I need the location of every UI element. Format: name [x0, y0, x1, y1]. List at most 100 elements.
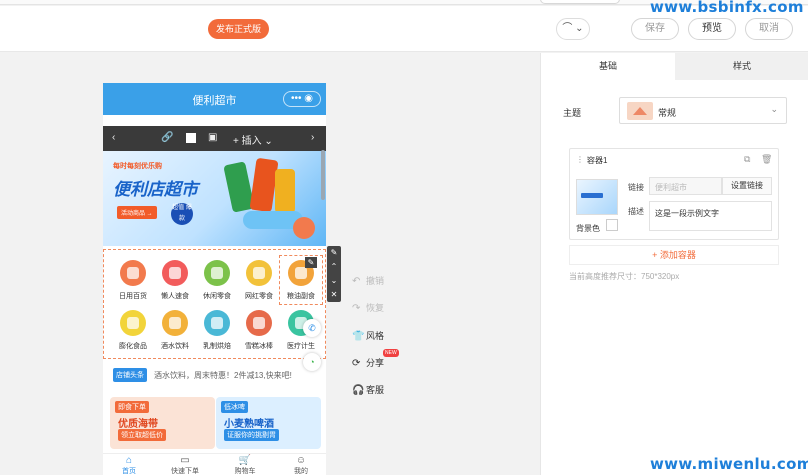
link-icon[interactable]: 🔗: [161, 132, 173, 143]
share-button[interactable]: ⟳ 分享: [352, 356, 384, 369]
drink-can-image: [275, 169, 295, 213]
phone-call-icon[interactable]: ✆: [303, 319, 321, 337]
category-item[interactable]: 雪糕冰棒: [239, 310, 279, 351]
category-label: 日用百货: [119, 293, 147, 300]
wechat-icon[interactable]: ◔: [303, 353, 321, 371]
category-label: 懒人速食: [161, 293, 189, 300]
delete-icon[interactable]: ✕: [327, 288, 341, 302]
phone-tabbar: ⌂ 首页 ▭ 快速下单 🛒 购物车 ☺ 我的: [103, 453, 326, 475]
edit-pen-icon[interactable]: ✎: [305, 257, 317, 268]
category-icon: [246, 260, 272, 286]
description-label: 描述: [628, 207, 644, 216]
color-swatch-button[interactable]: [186, 133, 196, 143]
theme-image-icon: [627, 102, 653, 120]
banner-image[interactable]: 每时每刻优乐购 便利店超市 活动商品 → 超值 爆款: [103, 151, 326, 246]
category-label: 乳制烘焙: [203, 343, 231, 350]
category-label: 医疗计生: [287, 343, 315, 350]
browser-address-pill[interactable]: [540, 0, 620, 4]
set-link-button[interactable]: 设置链接: [722, 177, 772, 195]
add-container-button[interactable]: + 添加容器: [569, 245, 779, 265]
category-grid[interactable]: 日用百货 懒人速食 休闲零食 网红零食 粮油副食 膨化食品 酒水饮料 乳制烘焙 …: [103, 249, 326, 359]
promo-title: 优质海带: [118, 419, 158, 430]
category-item[interactable]: 网红零食: [239, 260, 279, 301]
category-item[interactable]: 膨化食品: [113, 310, 153, 351]
category-item[interactable]: 酒水饮料: [155, 310, 195, 351]
share-label: 分享: [366, 358, 385, 368]
save-button[interactable]: 保存: [631, 18, 679, 40]
image-icon[interactable]: ▣: [208, 132, 217, 143]
edit-icon[interactable]: ✎: [327, 246, 341, 260]
trash-icon[interactable]: 🗑: [761, 154, 772, 165]
category-label: 网红零食: [245, 293, 273, 300]
style-button[interactable]: 👕 风格: [352, 329, 384, 342]
redo-label: 恢复: [366, 303, 385, 313]
category-icon: [120, 310, 146, 336]
cancel-button[interactable]: 取消: [745, 18, 793, 40]
undo-button[interactable]: ↶ 撤销: [352, 274, 384, 287]
phone-scrollbar[interactable]: [321, 150, 325, 200]
category-item[interactable]: 乳制烘焙: [197, 310, 237, 351]
move-down-icon[interactable]: ⌄: [327, 274, 341, 288]
banner-badge: 超值 爆款: [171, 203, 193, 225]
style-label: 风格: [366, 331, 385, 341]
promo-card[interactable]: 低冰啤 小麦熟啤酒 证服你的挑剔胃: [216, 397, 321, 449]
category-item[interactable]: 日用百货: [113, 260, 153, 301]
rich-text-toolbar: ‹ 🔗 ▣ + 插入 ⌄ ›: [103, 126, 326, 151]
category-icon: [204, 260, 230, 286]
category-item[interactable]: 懒人速食: [155, 260, 195, 301]
background-color-picker[interactable]: [606, 219, 618, 231]
theme-value: 常规: [658, 108, 677, 118]
tab-home[interactable]: ⌂ 首页: [109, 456, 149, 475]
chevron-down-icon: ⌄: [770, 104, 778, 114]
category-icon: [162, 310, 188, 336]
category-icon: [120, 260, 146, 286]
cart-icon: 🛒: [238, 455, 252, 466]
preview-button[interactable]: 预览: [688, 18, 736, 40]
container-card: ⋮⋮ 容器1 ⧉ 🗑 背景色 链接 便利超市 设置链接 描述 这是一段示例文字: [569, 148, 779, 240]
tab-style[interactable]: 样式: [675, 53, 808, 80]
promo-card[interactable]: 即食下单 优质海带 领立取超低价: [110, 397, 215, 449]
category-item[interactable]: 休闲零食: [197, 260, 237, 301]
link-label: 链接: [628, 183, 644, 192]
theme-label: 主题: [563, 108, 582, 118]
insert-menu-button[interactable]: + 插入 ⌄: [233, 132, 273, 147]
background-color-label: 背景色: [576, 224, 600, 233]
customer-service-button[interactable]: 🎧 客服: [352, 383, 384, 396]
component-tools: ✎ ⌃ ⌄ ✕: [327, 246, 341, 302]
tab-mine[interactable]: ☺ 我的: [281, 456, 321, 475]
tab-label: 快速下单: [171, 468, 199, 475]
category-label: 膨化食品: [119, 343, 147, 350]
toolbar-next-button[interactable]: ›: [311, 132, 314, 143]
tab-cart[interactable]: 🛒 购物车: [225, 456, 265, 475]
category-icon: [162, 260, 188, 286]
publish-button[interactable]: 发布正式版: [208, 19, 269, 39]
promo-subtitle: 证服你的挑剔胃: [224, 429, 279, 441]
link-input[interactable]: 便利超市: [649, 177, 722, 195]
container-thumbnail[interactable]: [576, 179, 618, 215]
settings-panel: 基础 样式 主题 常规 ⌄ ⋮⋮ 容器1 ⧉ 🗑 背景色 链接 便利超市 设置链…: [540, 53, 808, 475]
category-icon: [204, 310, 230, 336]
phone-header: 便利超市 ••• ◉: [103, 83, 326, 115]
notice-bar[interactable]: 店铺头条 酒水饮料，周末特惠！2件减13,快来吧!: [110, 366, 318, 384]
category-label: 休闲零食: [203, 293, 231, 300]
description-input[interactable]: 这是一段示例文字: [649, 201, 772, 231]
fruit-image: [293, 217, 315, 239]
order-icon: ▭: [180, 455, 190, 466]
miniprogram-capsule[interactable]: ••• ◉: [283, 91, 321, 107]
tab-basic[interactable]: 基础: [541, 53, 675, 80]
support-menu-button[interactable]: ⌒ ⌄: [556, 18, 590, 40]
tab-label: 我的: [294, 468, 308, 475]
notice-tag: 店铺头条: [113, 368, 147, 382]
theme-select[interactable]: 常规 ⌄: [619, 97, 787, 124]
tab-label: 首页: [122, 468, 136, 475]
promo-tag: 低冰啤: [221, 401, 248, 413]
category-icon: [246, 310, 272, 336]
copy-icon[interactable]: ⧉: [744, 154, 750, 165]
redo-icon: ↷: [352, 303, 361, 314]
tab-quick-order[interactable]: ▭ 快速下单: [165, 456, 205, 475]
redo-button[interactable]: ↷ 恢复: [352, 301, 384, 314]
toolbar-prev-button[interactable]: ‹: [112, 132, 115, 143]
undo-icon: ↶: [352, 276, 361, 287]
user-icon: ☺: [295, 455, 307, 466]
move-up-icon[interactable]: ⌃: [327, 260, 341, 274]
